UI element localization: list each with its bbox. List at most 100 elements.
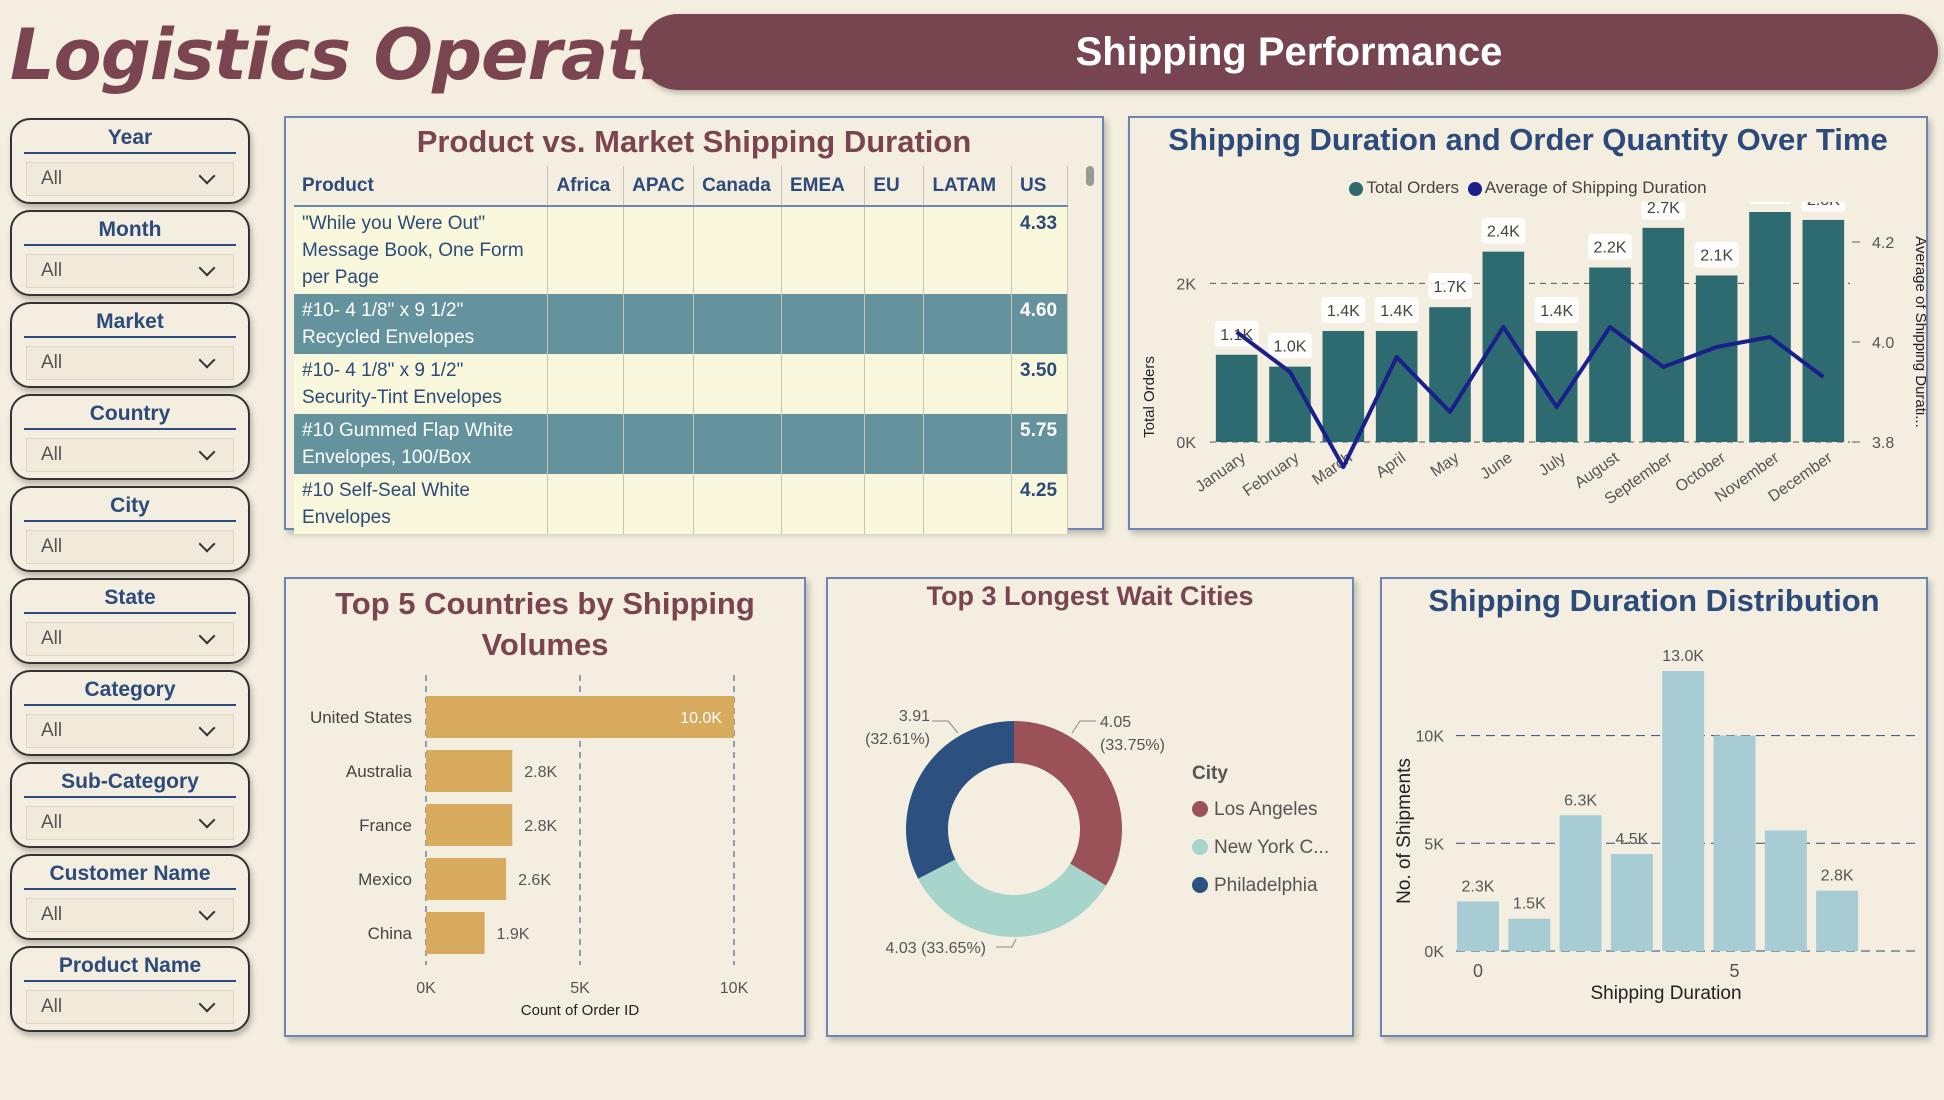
month-dropdown[interactable]: All (26, 254, 234, 288)
country-bar (426, 804, 513, 846)
col-header-product[interactable]: Product (294, 166, 549, 207)
dropdown-value: All (41, 720, 63, 741)
orders-bar (1802, 219, 1845, 442)
distribution-bar (1816, 890, 1859, 951)
slicer-country: Country All (10, 394, 250, 480)
distribution-data-label: 4.5K (1615, 831, 1648, 848)
x-tick-label: June (1477, 449, 1515, 483)
slicer-label: Sub-Category (24, 770, 236, 798)
combo-chart: 0K 2K 3.8 4.0 4.2 Total Orders Average of Ship… (1141, 202, 1926, 508)
empty-cell (864, 414, 925, 474)
empty-cell (623, 206, 695, 294)
distribution-bar (1662, 671, 1705, 951)
combo-chart-title: Shipping Duration and Order Quantity Ove… (1168, 122, 1888, 157)
legend-duration-swatch (1467, 181, 1482, 196)
empty-cell (781, 414, 866, 474)
state-dropdown[interactable]: All (26, 622, 234, 656)
empty-cell (547, 206, 625, 294)
col-header-us[interactable]: US (1011, 166, 1068, 207)
legend-orders-swatch (1349, 181, 1364, 196)
chevron-down-icon (198, 719, 216, 737)
slicer-market: Market All (10, 302, 250, 388)
table-row[interactable]: #10- 4 1/8" x 9 1/2" Recycled Envelopes 4… (294, 294, 1068, 354)
chevron-down-icon (198, 811, 216, 829)
dropdown-value: All (41, 260, 63, 281)
col-header-canada[interactable]: Canada (693, 166, 782, 207)
orders-bar (1589, 267, 1631, 442)
year-dropdown[interactable]: All (26, 162, 234, 196)
table-row[interactable]: "While you Were Out" Message Book, One F… (294, 206, 1068, 294)
country-data-label: 1.9K (497, 926, 530, 943)
product-cell: "While you Were Out" Message Book, One F… (294, 206, 549, 294)
distribution-data-label: 1.5K (1513, 896, 1546, 913)
table-row[interactable]: #10 Gummed Flap White Envelopes, 100/Box… (294, 414, 1068, 474)
x-tick-label: January (1193, 449, 1249, 496)
empty-cell (781, 294, 866, 354)
chevron-down-icon (198, 995, 216, 1013)
country-dropdown[interactable]: All (26, 438, 234, 472)
distribution-bar (1764, 830, 1807, 951)
slicer-customer-name: Customer Name All (10, 854, 250, 940)
empty-cell (923, 294, 1013, 354)
empty-cell (864, 474, 925, 534)
x-tick-label: May (1428, 449, 1463, 480)
y-tick: 10K (1416, 729, 1445, 746)
y-tick: 0K (1424, 944, 1444, 961)
orders-data-label: 2.7K (1647, 202, 1680, 217)
sub-category-dropdown[interactable]: All (26, 806, 234, 840)
x-tick: 10K (720, 980, 749, 997)
orders-bar (1322, 330, 1365, 442)
slice-pct: (32.61%) (865, 731, 930, 748)
orders-data-label: 1.4K (1540, 303, 1573, 320)
category-dropdown[interactable]: All (26, 714, 234, 748)
distribution-data-label: 2.8K (1821, 868, 1854, 885)
chevron-down-icon (198, 351, 216, 369)
orders-data-label: 1.4K (1380, 303, 1413, 320)
distribution-bar (1508, 918, 1551, 951)
y2-tick: 4.0 (1872, 335, 1894, 352)
country-label: United States (310, 708, 412, 727)
dropdown-value: All (41, 628, 63, 649)
slicer-category: Category All (10, 670, 250, 756)
orders-bar (1215, 354, 1258, 442)
y-tick: 0K (1176, 435, 1196, 452)
col-header-eu[interactable]: EU (864, 166, 925, 207)
market-dropdown[interactable]: All (26, 346, 234, 380)
x-tick-label: July (1536, 449, 1569, 479)
city-dropdown[interactable]: All (26, 530, 234, 564)
country-label: France (359, 816, 412, 835)
country-data-label: 2.6K (518, 872, 551, 889)
slice-label: 3.91 (899, 708, 930, 725)
matrix-table: Product Africa APAC Canada EMEA EU LATAM US "Wh… (294, 166, 1068, 534)
distribution-data-label: 2.3K (1462, 878, 1495, 895)
orders-bar (1429, 307, 1471, 442)
customer-name-dropdown[interactable]: All (26, 898, 234, 932)
matrix-scrollbar[interactable] (1086, 166, 1094, 186)
col-header-latam[interactable]: LATAM (923, 166, 1013, 207)
empty-cell (923, 474, 1013, 534)
col-header-apac[interactable]: APAC (623, 166, 695, 207)
top-countries-panel: Top 5 Countries by Shipping Volumes 0K 5K… (284, 577, 806, 1037)
country-bar (426, 912, 485, 954)
empty-cell (923, 206, 1013, 294)
distribution-bar (1713, 735, 1756, 951)
slicer-label: Product Name (24, 954, 236, 982)
legend-item: Los Angeles (1214, 799, 1318, 820)
slicer-product-name: Product Name All (10, 946, 250, 1032)
table-row[interactable]: #10 Self-Seal White Envelopes 4.25 (294, 474, 1068, 534)
legend-item: Philadelphia (1214, 875, 1318, 896)
donut-slice (918, 859, 1106, 937)
product-name-dropdown[interactable]: All (26, 990, 234, 1024)
col-header-africa[interactable]: Africa (547, 166, 625, 207)
col-header-emea[interactable]: EMEA (781, 166, 866, 207)
distribution-data-label: 13.0K (1662, 648, 1704, 665)
legend-swatch (1192, 801, 1208, 817)
slicer-label: Country (24, 402, 236, 430)
y-axis-title: No. of Shipments (1394, 758, 1415, 904)
y-tick: 5K (1424, 836, 1444, 853)
empty-cell (623, 294, 695, 354)
empty-cell (547, 414, 625, 474)
table-row[interactable]: #10- 4 1/8" x 9 1/2" Security-Tint Envel… (294, 354, 1068, 414)
slicer-label: Year (24, 126, 236, 154)
empty-cell (693, 206, 782, 294)
